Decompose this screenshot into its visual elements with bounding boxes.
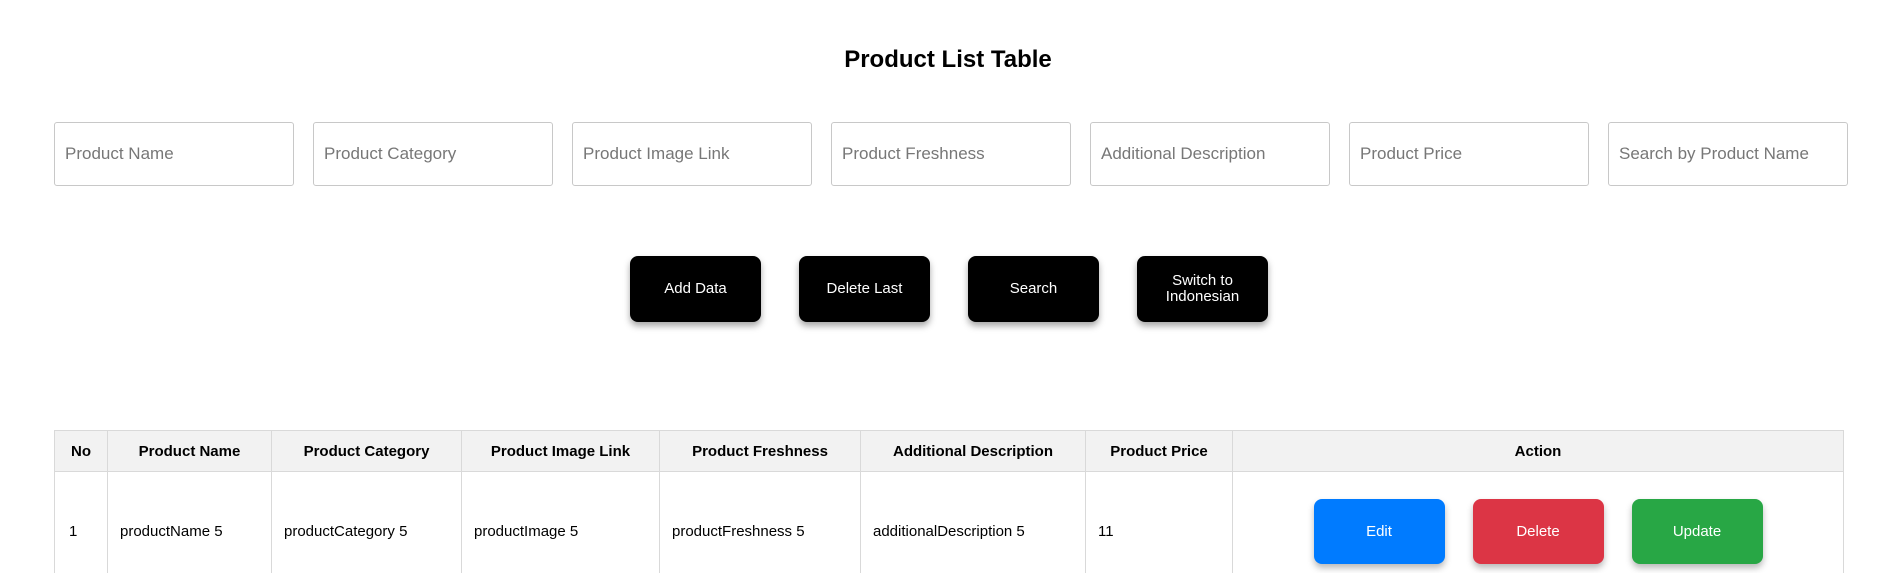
- product-image-link-input[interactable]: [572, 122, 812, 186]
- delete-button[interactable]: Delete: [1472, 499, 1604, 564]
- product-price-input[interactable]: [1349, 122, 1589, 186]
- table-row: 1 productName 5 productCategory 5 produc…: [54, 471, 1844, 573]
- switch-language-button[interactable]: Switch to Indonesian: [1137, 256, 1268, 322]
- cell-product-freshness: productFreshness 5: [659, 471, 861, 573]
- cell-action: Edit Delete Update: [1232, 471, 1844, 573]
- search-input[interactable]: [1608, 122, 1848, 186]
- search-button[interactable]: Search: [968, 256, 1099, 322]
- additional-description-input[interactable]: [1090, 122, 1330, 186]
- cell-product-image-link: productImage 5: [461, 471, 660, 573]
- header-product-freshness: Product Freshness: [659, 430, 861, 472]
- header-product-price: Product Price: [1085, 430, 1233, 472]
- cell-additional-description: additionalDescription 5: [860, 471, 1086, 573]
- cell-no: 1: [54, 471, 108, 573]
- product-freshness-input[interactable]: [831, 122, 1071, 186]
- update-button[interactable]: Update: [1631, 499, 1763, 564]
- delete-last-button[interactable]: Delete Last: [799, 256, 930, 322]
- header-product-image-link: Product Image Link: [461, 430, 660, 472]
- product-form: [54, 122, 1848, 186]
- cell-product-category: productCategory 5: [271, 471, 462, 573]
- action-toolbar: Add Data Delete Last Search Switch to In…: [630, 256, 1268, 322]
- add-data-button[interactable]: Add Data: [630, 256, 761, 322]
- product-list-page: Product List Table Add Data Delete Last …: [0, 0, 1877, 573]
- page-title: Product List Table: [844, 46, 1052, 73]
- product-name-input[interactable]: [54, 122, 294, 186]
- header-product-name: Product Name: [107, 430, 272, 472]
- cell-product-name: productName 5: [107, 471, 272, 573]
- cell-product-price: 11: [1085, 471, 1233, 573]
- product-table: No Product Name Product Category Product…: [54, 430, 1844, 573]
- edit-button[interactable]: Edit: [1313, 499, 1445, 564]
- header-additional-description: Additional Description: [860, 430, 1086, 472]
- row-action-buttons: Edit Delete Update: [1233, 499, 1843, 564]
- header-product-category: Product Category: [271, 430, 462, 472]
- product-table-container: No Product Name Product Category Product…: [54, 430, 1844, 573]
- table-header-row: No Product Name Product Category Product…: [54, 430, 1844, 472]
- header-action: Action: [1232, 430, 1844, 472]
- header-no: No: [54, 430, 108, 472]
- product-category-input[interactable]: [313, 122, 553, 186]
